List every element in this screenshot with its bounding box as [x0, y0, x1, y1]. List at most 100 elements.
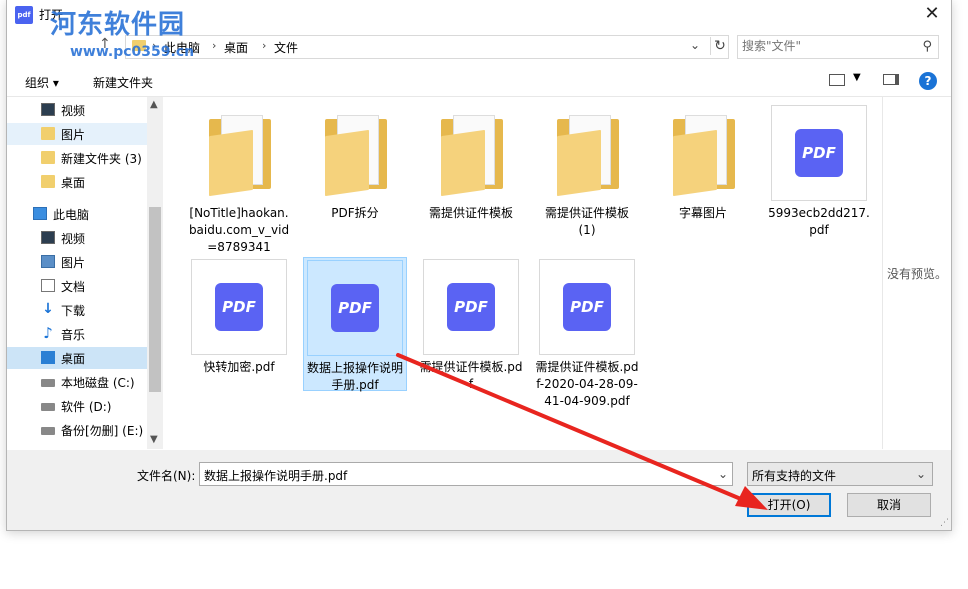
pc-icon	[33, 207, 47, 220]
nav-item-label: 视频	[61, 232, 86, 246]
file-name: 需提供证件模板	[428, 206, 513, 220]
nav-item-this-pc[interactable]: 此电脑	[7, 203, 147, 225]
file-name: 5993ecb2dd217.pdf	[768, 206, 870, 237]
breadcrumb-files[interactable]: 文件	[274, 39, 298, 56]
folder-icon	[41, 151, 55, 164]
nav-item-label: 本地磁盘 (C:)	[61, 376, 135, 390]
close-button[interactable]: ✕	[921, 4, 943, 24]
nav-item-label: 新建文件夹 (3)	[61, 152, 142, 166]
address-bar[interactable]: › 此电脑 › 桌面 › 文件 ⌄ ↻	[125, 35, 729, 59]
nav-item-label: 音乐	[61, 328, 86, 342]
nav-item-desktop-folder[interactable]: 桌面	[7, 171, 147, 193]
file-name: 需提供证件模板.pdf-2020-04-28-09-41-04-909.pdf	[535, 360, 639, 408]
folder-icon	[423, 105, 519, 201]
help-icon[interactable]: ?	[919, 72, 937, 90]
nav-scrollbar[interactable]: ▲ ▼	[147, 97, 163, 449]
scroll-thumb[interactable]	[149, 207, 161, 392]
breadcrumb-desktop[interactable]: 桌面	[224, 39, 248, 56]
file-item[interactable]: 需提供证件模板 (1)	[535, 105, 639, 239]
music-icon: ♪	[43, 324, 53, 342]
nav-item-drive-e[interactable]: 备份[勿删] (E:)	[7, 419, 147, 441]
nav-item-pictures-folder[interactable]: 图片	[7, 123, 147, 145]
desktop-icon	[41, 351, 55, 364]
preview-pane-text: 没有预览。	[887, 267, 948, 281]
preview-divider	[882, 97, 883, 449]
nav-item-label: 图片	[61, 256, 86, 270]
filename-value: 数据上报操作说明手册.pdf	[204, 469, 348, 483]
chevron-down-icon[interactable]: ⌄	[690, 38, 700, 52]
organize-button[interactable]: 组织 ▾	[25, 74, 59, 91]
chevron-down-icon[interactable]: ⌄	[718, 467, 728, 481]
open-button[interactable]: 打开(O)	[747, 493, 831, 517]
cancel-button[interactable]: 取消	[847, 493, 931, 517]
file-item-selected[interactable]: PDF 数据上报操作说明手册.pdf	[303, 257, 407, 392]
pdf-file-icon: PDF	[539, 259, 635, 355]
pdf-file-icon: PDF	[423, 259, 519, 355]
file-name: 需提供证件模板.pdf	[419, 360, 523, 391]
nav-item-documents[interactable]: 文档	[7, 275, 147, 297]
nav-item-pictures[interactable]: 图片	[7, 251, 147, 273]
chevron-down-icon[interactable]: ⌄	[916, 467, 926, 481]
file-item[interactable]: PDF 5993ecb2dd217.pdf	[767, 105, 871, 239]
chevron-down-icon[interactable]: ▼	[150, 434, 158, 445]
chevron-up-icon[interactable]: ▲	[150, 99, 158, 110]
refresh-icon[interactable]: ↻	[710, 37, 729, 55]
folder-icon	[539, 105, 635, 201]
view-options-icon[interactable]	[829, 74, 845, 86]
nav-item-desktop[interactable]: 桌面	[7, 347, 147, 369]
nav-item-label: 文档	[61, 280, 86, 294]
pdf-file-icon: PDF	[191, 259, 287, 355]
file-item[interactable]: PDF 快转加密.pdf	[187, 259, 291, 376]
pdf-icon: PDF	[215, 283, 263, 331]
nav-item-music[interactable]: ♪ 音乐	[7, 323, 147, 345]
open-file-dialog: pdf 打开 ✕ ↑ › 此电脑 › 桌面 › 文件 ⌄ ↻ ⚲ 组织 ▾ 新建…	[6, 0, 952, 531]
nav-item-drive-d[interactable]: 软件 (D:)	[7, 395, 147, 417]
search-input[interactable]	[742, 38, 912, 54]
video-icon	[41, 103, 55, 116]
drive-icon	[41, 379, 55, 387]
watermark-logo: 河东软件园	[50, 10, 186, 40]
video-icon	[41, 231, 55, 244]
preview-pane-icon[interactable]	[883, 74, 899, 85]
file-item[interactable]: 需提供证件模板	[419, 105, 523, 222]
folder-icon	[41, 127, 55, 140]
picture-icon	[41, 255, 55, 268]
file-item[interactable]: [NoTitle]haokan.baidu.com_v_vid=8789341	[187, 105, 291, 256]
nav-item-videos[interactable]: 视频	[7, 99, 147, 121]
nav-item-new-folder-3[interactable]: 新建文件夹 (3)	[7, 147, 147, 169]
file-name: 快转加密.pdf	[203, 360, 275, 374]
folder-icon	[307, 105, 403, 201]
filename-input[interactable]: 数据上报操作说明手册.pdf ⌄	[199, 462, 733, 486]
nav-item-label: 软件 (D:)	[61, 400, 112, 414]
drive-icon	[41, 403, 55, 411]
file-item[interactable]: PDF拆分	[303, 105, 407, 222]
filetype-select[interactable]: 所有支持的文件 ⌄	[747, 462, 933, 486]
pdf-icon: PDF	[447, 283, 495, 331]
file-item[interactable]: PDF 需提供证件模板.pdf-2020-04-28-09-41-04-909.…	[535, 259, 639, 410]
nav-item-downloads[interactable]: ↓ 下载	[7, 299, 147, 321]
file-item[interactable]: 字幕图片	[651, 105, 755, 222]
file-name: 需提供证件模板 (1)	[544, 206, 629, 237]
resize-grip-icon[interactable]: ⋰	[940, 518, 949, 528]
folder-icon	[191, 105, 287, 201]
file-name: 字幕图片	[678, 206, 727, 220]
nav-item-label: 此电脑	[53, 208, 90, 222]
breadcrumb-separator: ›	[212, 39, 217, 52]
pdf-file-icon: PDF	[307, 260, 403, 356]
file-item[interactable]: PDF 需提供证件模板.pdf	[419, 259, 523, 393]
breadcrumb-separator: ›	[262, 39, 267, 52]
pdf-icon: PDF	[563, 283, 611, 331]
download-icon: ↓	[42, 301, 54, 317]
nav-item-label: 下载	[61, 304, 86, 318]
pdf-file-icon: PDF	[771, 105, 867, 201]
filename-label: 文件名(N):	[137, 469, 196, 483]
nav-item-drive-c[interactable]: 本地磁盘 (C:)	[7, 371, 147, 393]
new-folder-button[interactable]: 新建文件夹	[93, 74, 153, 91]
nav-item-label: 备份[勿删] (E:)	[61, 424, 144, 438]
nav-item-videos-pc[interactable]: 视频	[7, 227, 147, 249]
chevron-down-icon[interactable]: ▼	[853, 72, 861, 83]
nav-item-label: 视频	[61, 104, 86, 118]
search-box[interactable]: ⚲	[737, 35, 939, 59]
file-name: 数据上报操作说明手册.pdf	[306, 361, 403, 392]
search-icon: ⚲	[922, 39, 932, 54]
